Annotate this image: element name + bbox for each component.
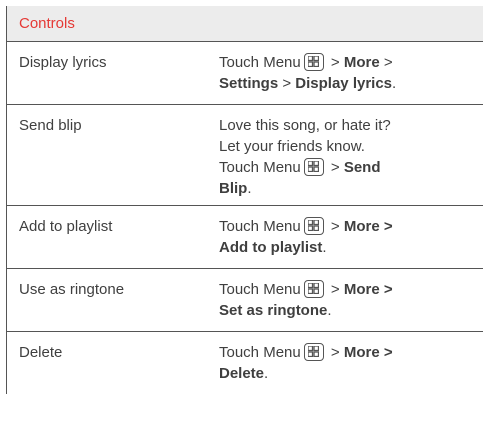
table-row: Send blip Love this song, or hate it? Le… — [7, 105, 483, 206]
control-description: Touch Menu > More > Set as ringtone. — [219, 280, 393, 319]
table-row: Use as ringtone Touch Menu > More > Set … — [7, 269, 483, 332]
menu-grid-icon — [303, 280, 324, 298]
controls-table: Controls Display lyrics Touch Menu > Mor… — [6, 6, 483, 394]
control-name: Delete — [19, 344, 63, 361]
control-name: Add to playlist — [19, 218, 113, 235]
control-description: Touch Menu > More > Delete. — [219, 343, 393, 382]
control-name: Display lyrics — [19, 54, 107, 71]
menu-grid-icon — [303, 343, 324, 361]
table-row: Delete Touch Menu > More > Delete. — [7, 332, 483, 394]
control-name: Send blip — [19, 117, 82, 134]
table-row: Add to playlist Touch Menu > More > Add … — [7, 206, 483, 269]
menu-grid-icon — [303, 53, 324, 71]
control-description: Touch Menu > More > Add to playlist. — [219, 217, 393, 256]
control-description: Touch Menu > More > Settings > Display l… — [219, 53, 397, 92]
menu-grid-icon — [303, 217, 324, 235]
control-name: Use as ringtone — [19, 281, 125, 298]
table-header: Controls — [7, 6, 483, 42]
table-row: Display lyrics Touch Menu > More > Setti… — [7, 42, 483, 105]
header-label: Controls — [19, 15, 75, 32]
control-description: Love this song, or hate it? Let your fri… — [219, 117, 391, 197]
menu-grid-icon — [303, 158, 324, 176]
